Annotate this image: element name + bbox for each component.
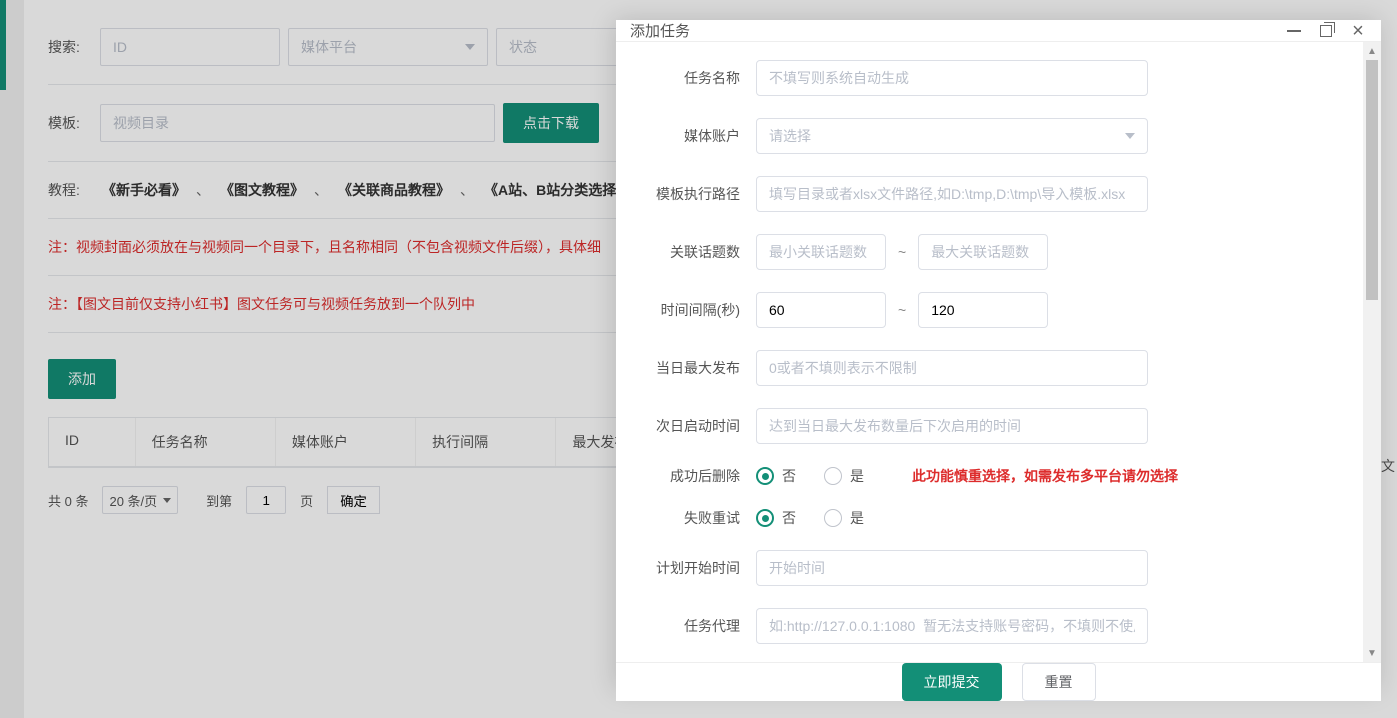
modal-window-controls: × bbox=[1285, 22, 1367, 40]
delete-warning: 此功能慎重选择，如需发布多平台请勿选择 bbox=[912, 466, 1178, 486]
modal-title: 添加任务 bbox=[630, 20, 690, 41]
reset-button[interactable]: 重置 bbox=[1022, 663, 1096, 701]
related-max-input[interactable] bbox=[918, 234, 1048, 270]
add-task-modal: 添加任务 × 任务名称 媒体账户 请选择 bbox=[616, 20, 1381, 690]
modal-footer: 立即提交 重置 bbox=[616, 662, 1381, 701]
close-icon[interactable]: × bbox=[1349, 22, 1367, 40]
template-path-input[interactable] bbox=[756, 176, 1148, 212]
submit-button[interactable]: 立即提交 bbox=[902, 663, 1002, 701]
next-day-input[interactable] bbox=[756, 408, 1148, 444]
field-media-account: 媒体账户 请选择 bbox=[650, 118, 1329, 154]
interval-max-input[interactable] bbox=[918, 292, 1048, 328]
retry-no-radio[interactable]: 否 bbox=[756, 508, 796, 528]
chevron-down-icon bbox=[1125, 133, 1135, 139]
range-tilde: ~ bbox=[898, 244, 906, 260]
scroll-thumb[interactable] bbox=[1366, 60, 1378, 300]
modal-header: 添加任务 × bbox=[616, 20, 1381, 42]
field-next-day: 次日启动时间 bbox=[650, 408, 1329, 444]
field-retry-fail: 失败重试 否 是 bbox=[650, 508, 1329, 528]
range-tilde: ~ bbox=[898, 302, 906, 318]
field-daily-max: 当日最大发布 bbox=[650, 350, 1329, 386]
retry-yes-radio[interactable]: 是 bbox=[824, 508, 864, 528]
related-min-input[interactable] bbox=[756, 234, 886, 270]
modal-body: 任务名称 媒体账户 请选择 模板执行路径 bbox=[616, 42, 1363, 662]
scroll-down-icon[interactable]: ▼ bbox=[1363, 644, 1381, 662]
interval-min-input[interactable] bbox=[756, 292, 886, 328]
modal-scrollbar[interactable]: ▲ ▼ bbox=[1363, 42, 1381, 662]
field-template-path: 模板执行路径 bbox=[650, 176, 1329, 212]
field-related-count: 关联话题数 ~ bbox=[650, 234, 1329, 270]
minimize-icon[interactable] bbox=[1285, 22, 1303, 40]
field-proxy: 任务代理 bbox=[650, 608, 1329, 644]
delete-after-yes-radio[interactable]: 是 bbox=[824, 466, 864, 486]
field-delete-after: 成功后删除 否 是 此功能慎重选择，如需发布多平台请勿选择 bbox=[650, 466, 1329, 486]
field-task-name: 任务名称 bbox=[650, 60, 1329, 96]
field-time-interval: 时间间隔(秒) ~ bbox=[650, 292, 1329, 328]
daily-max-input[interactable] bbox=[756, 350, 1148, 386]
scroll-up-icon[interactable]: ▲ bbox=[1363, 42, 1381, 60]
proxy-input[interactable] bbox=[756, 608, 1148, 644]
maximize-icon[interactable] bbox=[1317, 22, 1335, 40]
plan-start-input[interactable] bbox=[756, 550, 1148, 586]
field-plan-start: 计划开始时间 bbox=[650, 550, 1329, 586]
media-account-select[interactable]: 请选择 bbox=[756, 118, 1148, 154]
task-name-input[interactable] bbox=[756, 60, 1148, 96]
delete-after-no-radio[interactable]: 否 bbox=[756, 466, 796, 486]
